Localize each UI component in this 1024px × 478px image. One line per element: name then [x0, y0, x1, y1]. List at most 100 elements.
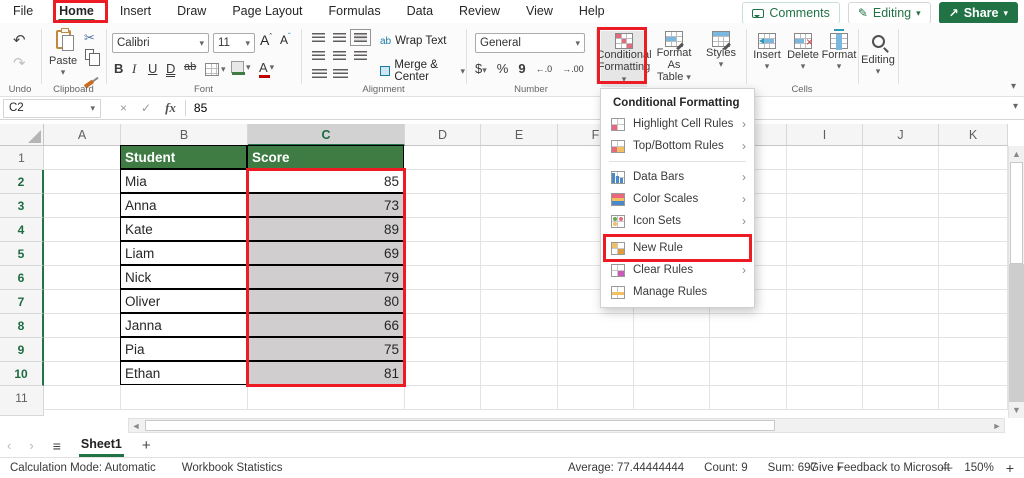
menu-item-clear-rules[interactable]: Clear Rules › [601, 259, 754, 281]
cell-C1[interactable]: Score [247, 145, 404, 169]
cell-E7[interactable] [481, 290, 558, 314]
cell-K1[interactable] [939, 146, 1008, 170]
cell-D2[interactable] [405, 170, 481, 194]
cell-A6[interactable] [44, 266, 121, 290]
row-header-11[interactable]: 11 [0, 386, 44, 416]
row-header-3[interactable]: 3 [0, 194, 44, 218]
double-underline-button[interactable]: D [166, 61, 176, 77]
column-header-C[interactable]: C [248, 124, 405, 146]
cell-K9[interactable] [939, 338, 1008, 362]
cell-I8[interactable] [787, 314, 863, 338]
cell-C2[interactable]: 85 [247, 169, 404, 193]
cell-B6[interactable]: Nick [120, 265, 247, 289]
cell-C10[interactable]: 81 [247, 361, 404, 385]
cell-J6[interactable] [863, 266, 939, 290]
cell-C8[interactable]: 66 [247, 313, 404, 337]
column-header-I[interactable]: I [787, 124, 863, 146]
tab-draw[interactable]: Draw [164, 0, 219, 23]
delete-cells-button[interactable]: × Delete ▾ [785, 33, 821, 72]
cell-C5[interactable]: 69 [247, 241, 404, 265]
comma-style-button[interactable]: 9 [518, 61, 525, 76]
paste-button[interactable]: Paste ▾ [49, 28, 77, 78]
scroll-left-icon[interactable]: ◄ [129, 418, 143, 434]
decrease-decimal-button[interactable]: →.00 [562, 64, 584, 74]
cell-J10[interactable] [863, 362, 939, 386]
zoom-level[interactable]: 150% [964, 462, 993, 474]
comments-button[interactable]: Comments [742, 2, 840, 24]
cell-C11[interactable] [248, 386, 405, 410]
cell-K3[interactable] [939, 194, 1008, 218]
font-name-select[interactable]: Calibri ▾ [112, 33, 209, 53]
row-header-4[interactable]: 4 [0, 218, 44, 242]
cell-G10[interactable] [634, 362, 710, 386]
cell-I9[interactable] [787, 338, 863, 362]
row-header-1[interactable]: 1 [0, 146, 44, 170]
cell-B1[interactable]: Student [120, 145, 247, 169]
cell-D7[interactable] [405, 290, 481, 314]
top-align-icon[interactable] [312, 33, 325, 42]
expand-formula-bar-icon[interactable]: ▾ [1013, 101, 1018, 112]
row-header-10[interactable]: 10 [0, 362, 44, 386]
cell-G8[interactable] [634, 314, 710, 338]
font-color-button[interactable]: A ▾ [259, 60, 274, 78]
editing-menu-button[interactable]: Editing ▾ [861, 35, 895, 77]
cell-H11[interactable] [710, 386, 787, 410]
cell-J1[interactable] [863, 146, 939, 170]
cell-K4[interactable] [939, 218, 1008, 242]
cell-G9[interactable] [634, 338, 710, 362]
share-button[interactable]: ↗ Share ▾ [938, 2, 1018, 24]
horizontal-scrollbar[interactable]: ◄ ► [128, 418, 1005, 433]
formula-input[interactable]: 85 [188, 101, 207, 115]
status-count[interactable]: Count: 9 [704, 462, 747, 474]
cell-K6[interactable] [939, 266, 1008, 290]
cell-A7[interactable] [44, 290, 121, 314]
italic-button[interactable]: I [132, 61, 136, 77]
cell-B10[interactable]: Ethan [120, 361, 247, 385]
select-all-corner[interactable] [0, 124, 44, 146]
cell-H8[interactable] [710, 314, 787, 338]
merge-center-button[interactable]: Merge & Center ▾ [380, 59, 465, 83]
zoom-in-button[interactable]: + [1006, 460, 1014, 476]
format-as-table-button[interactable]: Format As Table ▾ [650, 31, 698, 83]
cell-E3[interactable] [481, 194, 558, 218]
column-header-A[interactable]: A [44, 124, 121, 146]
column-header-J[interactable]: J [863, 124, 939, 146]
percent-style-button[interactable]: % [497, 61, 509, 76]
redo-icon[interactable]: ↷ [13, 56, 26, 71]
cell-J3[interactable] [863, 194, 939, 218]
cancel-icon[interactable]: × [113, 101, 134, 115]
column-header-B[interactable]: B [121, 124, 248, 146]
cell-I10[interactable] [787, 362, 863, 386]
next-sheet-icon[interactable]: › [22, 438, 40, 453]
cell-J2[interactable] [863, 170, 939, 194]
row-header-8[interactable]: 8 [0, 314, 44, 338]
cell-A8[interactable] [44, 314, 121, 338]
cell-F8[interactable] [558, 314, 634, 338]
cell-C4[interactable]: 89 [247, 217, 404, 241]
cell-D4[interactable] [405, 218, 481, 242]
tab-page-layout[interactable]: Page Layout [219, 0, 315, 23]
column-header-E[interactable]: E [481, 124, 558, 146]
cell-B3[interactable]: Anna [120, 193, 247, 217]
cell-B9[interactable]: Pia [120, 337, 247, 361]
cell-K5[interactable] [939, 242, 1008, 266]
zoom-out-button[interactable]: — [941, 462, 953, 474]
cell-B4[interactable]: Kate [120, 217, 247, 241]
scroll-up-icon[interactable]: ▲ [1009, 146, 1024, 162]
calculation-mode[interactable]: Calculation Mode: Automatic [10, 462, 156, 474]
underline-button[interactable]: U [148, 61, 157, 76]
menu-item-highlight-cell-rules[interactable]: Highlight Cell Rules › [601, 113, 754, 135]
row-header-9[interactable]: 9 [0, 338, 44, 362]
cell-E4[interactable] [481, 218, 558, 242]
cell-E2[interactable] [481, 170, 558, 194]
row-header-7[interactable]: 7 [0, 290, 44, 314]
cell-F10[interactable] [558, 362, 634, 386]
cell-A4[interactable] [44, 218, 121, 242]
cell-E9[interactable] [481, 338, 558, 362]
cell-E1[interactable] [481, 146, 558, 170]
cell-B2[interactable]: Mia [120, 169, 247, 193]
tab-insert[interactable]: Insert [107, 0, 164, 23]
cell-D9[interactable] [405, 338, 481, 362]
shrink-font-button[interactable]: Aˇ [280, 32, 291, 47]
menu-item-icon-sets[interactable]: Icon Sets › [601, 210, 754, 232]
